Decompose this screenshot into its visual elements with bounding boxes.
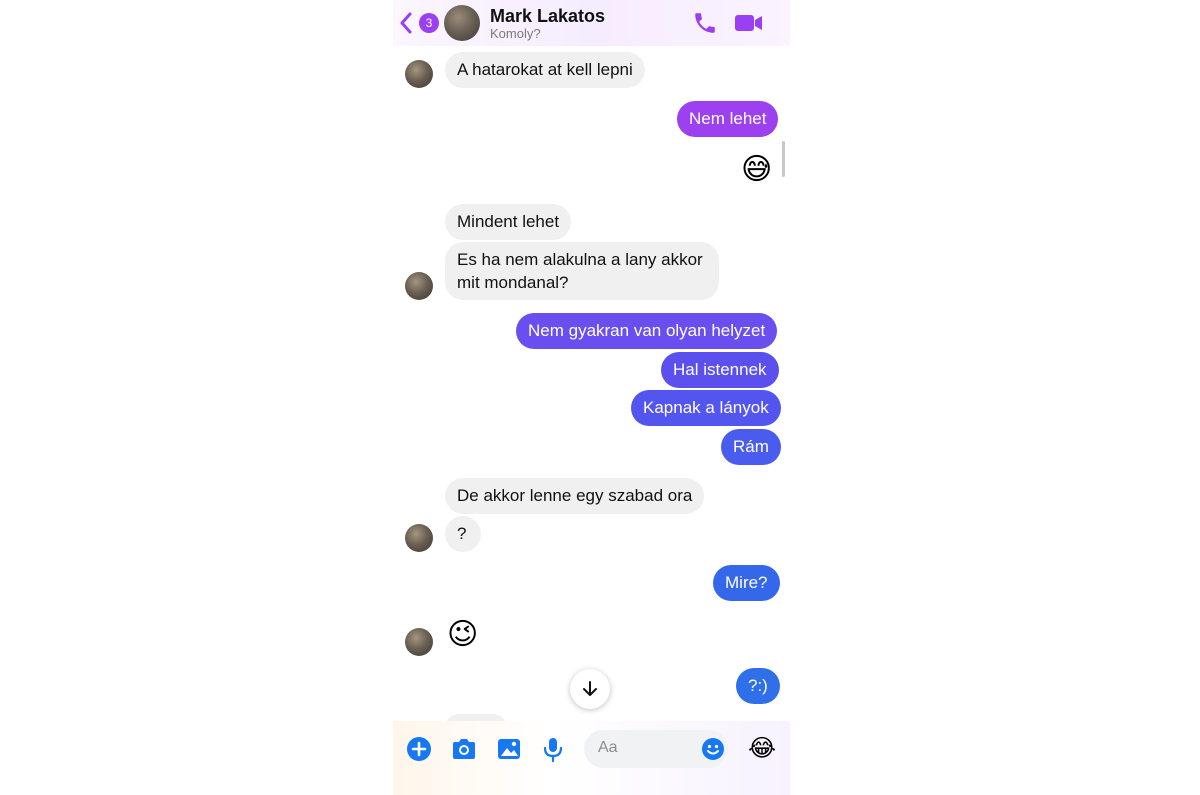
unread-count-badge: 3 (419, 13, 439, 33)
scrollbar[interactable] (782, 141, 785, 177)
message-line: mit mondanal? (457, 273, 569, 292)
outgoing-message[interactable]: ?:) (736, 668, 780, 704)
chat-header: 3 Mark Lakatos Komoly? (393, 0, 790, 46)
incoming-message-multiline[interactable]: Es ha nem alakulna a lany akkor mit mond… (445, 242, 719, 300)
quick-reaction-button[interactable]: 😂 (748, 735, 776, 763)
microphone-icon (543, 738, 563, 762)
message-composer: Aa 😂 (393, 721, 790, 795)
phone-icon (695, 13, 715, 33)
sender-avatar[interactable] (405, 60, 433, 88)
plus-icon (407, 737, 431, 761)
emoji-picker-button[interactable] (701, 737, 725, 761)
call-button[interactable] (692, 10, 720, 36)
outgoing-message[interactable]: Hal istennek (661, 352, 779, 388)
add-button[interactable] (406, 736, 432, 762)
camera-icon (453, 739, 475, 759)
sender-avatar[interactable] (405, 272, 433, 300)
outgoing-message[interactable]: Kapnak a lányok (631, 390, 781, 426)
back-button[interactable]: 3 (399, 11, 443, 35)
camera-button[interactable] (450, 736, 478, 762)
contact-avatar[interactable] (444, 5, 480, 41)
sender-avatar[interactable] (405, 524, 433, 552)
video-call-button[interactable] (734, 10, 764, 36)
arrow-down-icon (583, 681, 597, 696)
outgoing-message[interactable]: Nem gyakran van olyan helyzet (516, 313, 778, 349)
image-icon (498, 739, 520, 759)
message-line: Es ha nem alakulna a lany akkor (457, 250, 703, 269)
chat-screen: 3 Mark Lakatos Komoly? A hatarokat at ke… (393, 0, 790, 795)
incoming-emoji-message[interactable]: 😉 (447, 618, 478, 652)
outgoing-message[interactable]: Mire? (713, 565, 780, 601)
gallery-button[interactable] (495, 736, 523, 762)
incoming-message[interactable]: ? (445, 516, 481, 552)
contact-name[interactable]: Mark Lakatos (490, 6, 605, 27)
back-chevron-icon (400, 12, 412, 34)
incoming-message[interactable]: De akkor lenne egy szabad ora (445, 478, 705, 514)
voice-message-button[interactable] (540, 736, 566, 762)
outgoing-message[interactable]: Rám (721, 429, 781, 465)
incoming-message[interactable]: Mindent lehet (445, 204, 572, 240)
emoji-icon (702, 738, 724, 760)
outgoing-message[interactable]: Nem lehet (677, 101, 779, 137)
message-input[interactable]: Aa (584, 730, 728, 768)
scroll-to-bottom-button[interactable] (570, 669, 610, 709)
video-camera-icon (735, 15, 762, 31)
message-input-placeholder: Aa (598, 739, 618, 756)
incoming-message[interactable]: A hatarokat at kell lepni (445, 52, 645, 88)
contact-status: Komoly? (490, 26, 541, 41)
sender-avatar[interactable] (405, 628, 433, 656)
outgoing-emoji-message[interactable]: 😅 (741, 153, 772, 187)
